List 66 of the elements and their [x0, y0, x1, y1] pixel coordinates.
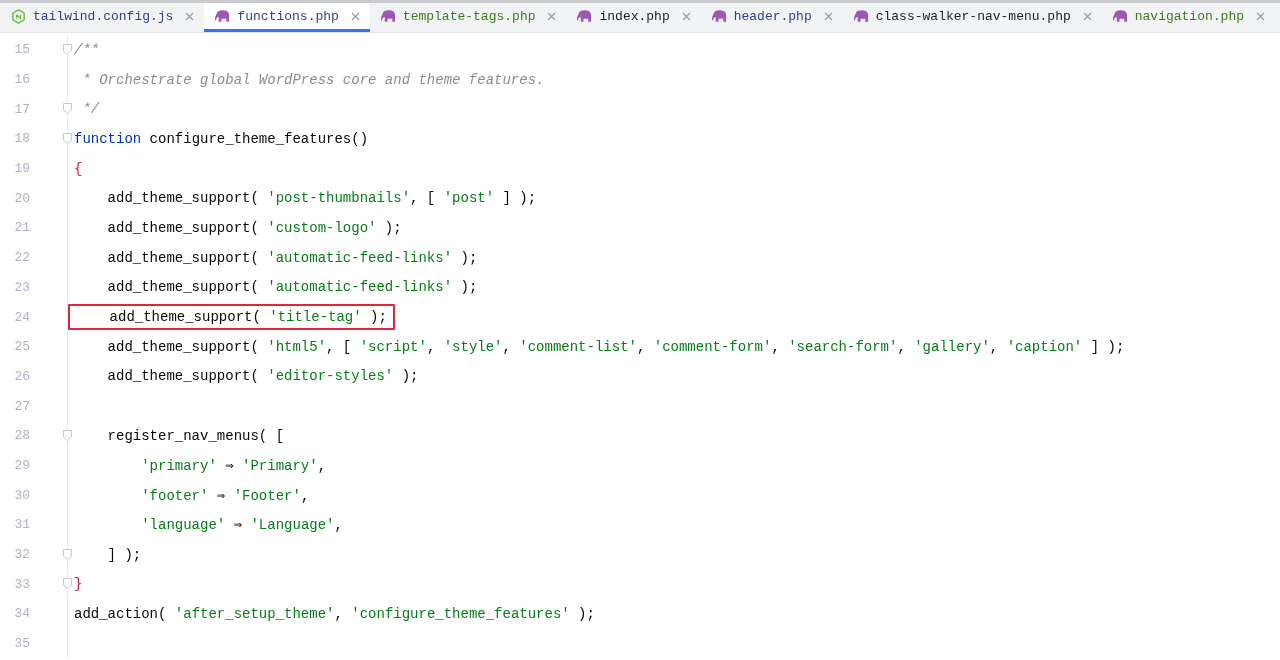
- line-number: 16: [13, 72, 30, 88]
- elephant-icon: [1111, 8, 1129, 24]
- code-line: add_theme_support( 'post-thumbnails', [ 'post' ] );: [106, 189, 537, 209]
- line-number: 28: [13, 428, 30, 444]
- elephant-icon: [379, 8, 397, 24]
- code-line: }: [74, 575, 83, 595]
- close-icon[interactable]: [185, 11, 195, 21]
- code-line: add_theme_support( 'automatic-feed-links' );: [106, 248, 478, 268]
- close-icon[interactable]: [1256, 11, 1265, 21]
- close-icon[interactable]: [823, 11, 833, 21]
- line-number: 26: [13, 368, 30, 384]
- close-icon[interactable]: [681, 11, 691, 21]
- line-number: 19: [13, 161, 30, 177]
- line-number: 22: [13, 250, 30, 266]
- fold-marker-icon[interactable]: [63, 103, 72, 115]
- line-number: 24: [13, 309, 30, 325]
- file-tab[interactable]: header.php: [700, 3, 843, 32]
- fold-marker-icon[interactable]: [63, 578, 72, 590]
- file-tab[interactable]: tailwind.config.js: [0, 3, 205, 32]
- line-number: 23: [13, 279, 30, 295]
- line-number: 34: [13, 606, 30, 622]
- file-tab[interactable]: navigation.php: [1101, 3, 1275, 32]
- fold-marker-icon[interactable]: [63, 548, 72, 560]
- code-line: * Orchestrate global WordPress core and theme features.: [81, 70, 545, 90]
- file-tab[interactable]: functions.php: [204, 3, 370, 32]
- code-line: add_theme_support( 'automatic-feed-links' );: [106, 278, 478, 298]
- line-number: 20: [13, 190, 30, 206]
- code-line: 'language' ⇒ 'Language',: [140, 516, 343, 536]
- line-number: 33: [13, 576, 30, 592]
- code-line: add_theme_support( 'html5', [ 'script', 'style', 'comment-list', 'comment-form', 'search-form', 'gallery', 'caption' ] );: [106, 337, 1125, 357]
- line-number: 18: [13, 131, 30, 147]
- fold-marker-icon[interactable]: [63, 429, 72, 441]
- line-number: 25: [13, 339, 30, 355]
- code-line: add_action( 'after_setup_theme', 'configure_theme_features' );: [74, 604, 595, 624]
- line-number: 17: [13, 101, 30, 117]
- line-number: 35: [13, 636, 30, 652]
- elephant-icon: [852, 8, 870, 24]
- line-number: 29: [13, 457, 30, 473]
- line-number: 32: [13, 547, 30, 563]
- hexagon-icon: [10, 8, 27, 24]
- file-tab[interactable]: class-walker-nav-menu.php: [842, 3, 1102, 32]
- code-line: {: [74, 159, 83, 179]
- close-icon[interactable]: [547, 11, 557, 21]
- code-line: add_theme_support( 'editor-styles' );: [106, 367, 419, 387]
- code-line: ] );: [106, 545, 142, 565]
- code-line: /**: [74, 40, 100, 60]
- elephant-icon: [214, 8, 232, 24]
- code-line: 'primary' ⇒ 'Primary',: [140, 456, 327, 476]
- line-number: 21: [13, 220, 30, 236]
- file-tab[interactable]: template-tags.php: [369, 3, 567, 32]
- fold-marker-icon[interactable]: [63, 44, 72, 55]
- elephant-icon: [710, 8, 728, 24]
- code-line: register_nav_menus( [: [106, 426, 285, 446]
- code-line: */: [81, 100, 100, 120]
- file-tab[interactable]: index.php: [566, 3, 701, 32]
- code-line: add_theme_support( 'custom-logo' );: [106, 218, 402, 238]
- close-icon[interactable]: [1082, 11, 1092, 21]
- code-line: function configure_theme_features(): [74, 129, 369, 149]
- line-number: 15: [13, 42, 30, 58]
- line-number: 30: [13, 487, 30, 503]
- code-line: 'footer' ⇒ 'Footer',: [140, 486, 310, 506]
- elephant-icon: [576, 8, 594, 24]
- fold-marker-icon[interactable]: [63, 133, 72, 145]
- close-icon[interactable]: [350, 11, 360, 21]
- line-number: 27: [13, 398, 30, 414]
- line-number: 31: [13, 517, 30, 533]
